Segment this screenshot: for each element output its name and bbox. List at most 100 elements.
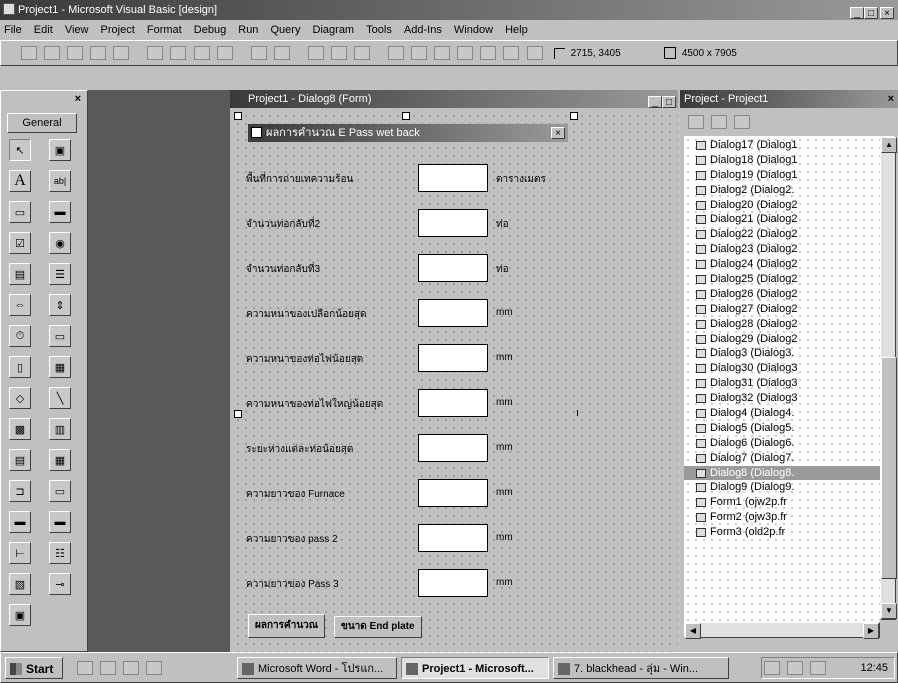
selection-handle[interactable]: [570, 112, 578, 120]
menu-edit[interactable]: Edit: [34, 20, 53, 40]
project-tree-item[interactable]: Dialog24 (Dialog2: [684, 257, 880, 272]
dbgrid-icon[interactable]: ▦: [49, 449, 71, 471]
project-tree-item[interactable]: Dialog23 (Dialog2: [684, 242, 880, 257]
result-textbox[interactable]: [418, 479, 488, 507]
tree-vertical-scrollbar[interactable]: ▲ ▼: [880, 136, 897, 620]
selection-handle[interactable]: [402, 112, 410, 120]
imagecombo-icon[interactable]: ▣: [9, 604, 31, 626]
listbox-icon[interactable]: ☰: [49, 263, 71, 285]
checkbox-icon[interactable]: ☑: [9, 232, 31, 254]
project-tree-item[interactable]: Dialog25 (Dialog2: [684, 272, 880, 287]
project-tree-item[interactable]: Dialog28 (Dialog2: [684, 317, 880, 332]
project-explorer-icon[interactable]: [388, 46, 405, 60]
scroll-thumb[interactable]: [881, 357, 897, 579]
browser-icon[interactable]: [100, 661, 117, 675]
scroll-down-button[interactable]: ▼: [881, 603, 897, 619]
frame-icon[interactable]: ▭: [9, 201, 31, 223]
project-tree-item[interactable]: Dialog26 (Dialog2: [684, 287, 880, 302]
component-manager-icon[interactable]: [526, 46, 543, 60]
maximize-button[interactable]: □: [864, 7, 878, 19]
project-tree-item[interactable]: Form1 (ojw2p.fr: [684, 495, 880, 510]
imagelist-icon[interactable]: ▧: [9, 573, 31, 595]
project-tree-item[interactable]: Dialog22 (Dialog2: [684, 227, 880, 242]
shape-icon[interactable]: ◇: [9, 387, 31, 409]
project-tree-item[interactable]: Form2 (ojw3p.fr: [684, 510, 880, 525]
copy-icon[interactable]: [170, 46, 187, 60]
menu-diagram[interactable]: Diagram: [313, 20, 355, 40]
ole-icon[interactable]: ▤: [9, 449, 31, 471]
optionbutton-icon[interactable]: ◉: [49, 232, 71, 254]
toolbar-control-icon[interactable]: ▭: [49, 480, 71, 502]
paste-icon[interactable]: [193, 46, 210, 60]
form-window-maximize-button[interactable]: □: [662, 96, 676, 108]
result-textbox[interactable]: [418, 524, 488, 552]
result-textbox[interactable]: [418, 389, 488, 417]
result-textbox[interactable]: [418, 164, 488, 192]
tab-results[interactable]: ผลการคำนวณ: [248, 614, 326, 638]
project-panel-close-button[interactable]: ×: [888, 90, 894, 108]
slider-icon[interactable]: ⊸: [49, 573, 71, 595]
hscrollbar-icon[interactable]: ⇔: [9, 294, 31, 316]
properties-window-icon[interactable]: [411, 46, 428, 60]
menu-debug[interactable]: Debug: [194, 20, 226, 40]
toolbox-icon[interactable]: [480, 46, 497, 60]
picturebox-icon[interactable]: ▣: [49, 139, 71, 161]
selection-handle[interactable]: [234, 112, 242, 120]
menu-query[interactable]: Query: [271, 20, 301, 40]
tray-icon-1[interactable]: [764, 661, 780, 675]
project-tree-item[interactable]: Dialog3 (Dialog3.: [684, 346, 880, 361]
project-tree-item[interactable]: Dialog5 (Dialog5.: [684, 421, 880, 436]
tab-end-plate[interactable]: ขนาด End plate: [334, 616, 422, 638]
menu-tools[interactable]: Tools: [366, 20, 392, 40]
form-window-minimize-button[interactable]: _: [648, 96, 662, 108]
combobox-icon[interactable]: ▤: [9, 263, 31, 285]
toggle-folders-icon[interactable]: [734, 115, 751, 129]
listview-icon[interactable]: ☷: [49, 542, 71, 564]
scroll-left-button[interactable]: ◀: [685, 623, 701, 639]
break-icon[interactable]: [330, 46, 347, 60]
task-photo[interactable]: 7. blackhead - ลุ่ม - Win...: [553, 657, 729, 679]
tabstrip-icon[interactable]: ⊐: [9, 480, 31, 502]
data-icon[interactable]: ▥: [49, 418, 71, 440]
task-vb-project[interactable]: Project1 - Microsoft...: [401, 657, 549, 679]
close-button[interactable]: ×: [880, 7, 894, 19]
object-browser-icon[interactable]: [457, 46, 474, 60]
result-textbox[interactable]: [418, 299, 488, 327]
menu-format[interactable]: Format: [147, 20, 182, 40]
line-icon[interactable]: ╲: [49, 387, 71, 409]
commandbutton-icon[interactable]: ▬: [49, 201, 71, 223]
project-tree-item[interactable]: Form3 (old2p.fr: [684, 525, 880, 540]
project-tree-item[interactable]: Dialog2 (Dialog2.: [684, 183, 880, 198]
menu-help[interactable]: Help: [505, 20, 528, 40]
project-tree-item[interactable]: Dialog6 (Dialog6.: [684, 436, 880, 451]
tray-icon-3[interactable]: [810, 661, 827, 675]
end-icon[interactable]: [354, 46, 370, 60]
minimize-button[interactable]: _: [850, 7, 864, 19]
open-project-icon[interactable]: [90, 46, 107, 60]
dirlistbox-icon[interactable]: ▯: [9, 356, 31, 378]
redo-icon[interactable]: [273, 46, 290, 60]
start-button[interactable]: Start: [5, 657, 63, 679]
project-tree-item[interactable]: Dialog20 (Dialog2: [684, 198, 880, 213]
progressbar-icon[interactable]: ▬: [49, 511, 71, 533]
project-tree-item[interactable]: Dialog7 (Dialog7.: [684, 451, 880, 466]
project-tree-item[interactable]: Dialog17 (Dialog1: [684, 138, 880, 153]
tree-horizontal-scrollbar[interactable]: ◀ ▶: [684, 622, 880, 639]
menu-view[interactable]: View: [65, 20, 89, 40]
mail-icon[interactable]: [123, 661, 140, 675]
dialog-close-button[interactable]: ×: [551, 127, 565, 139]
data-view-icon[interactable]: [503, 46, 520, 60]
project-tree-item[interactable]: Dialog19 (Dialog1: [684, 168, 880, 183]
result-textbox[interactable]: [418, 434, 488, 462]
save-project-icon[interactable]: [113, 46, 130, 60]
project-tree-item[interactable]: Dialog29 (Dialog2: [684, 332, 880, 347]
project-tree-item[interactable]: Dialog32 (Dialog3: [684, 391, 880, 406]
project-tree-item[interactable]: Dialog9 (Dialog9.: [684, 480, 880, 495]
scroll-up-button[interactable]: ▲: [881, 137, 897, 153]
project-tree-item[interactable]: Dialog8 (Dialog8.: [684, 465, 880, 481]
scroll-right-button[interactable]: ▶: [863, 623, 879, 639]
project-tree-item[interactable]: Dialog18 (Dialog1: [684, 153, 880, 168]
menu-run[interactable]: Run: [238, 20, 258, 40]
pointer-icon[interactable]: ↖: [9, 139, 31, 161]
project-tree-item[interactable]: Dialog31 (Dialog3: [684, 376, 880, 391]
